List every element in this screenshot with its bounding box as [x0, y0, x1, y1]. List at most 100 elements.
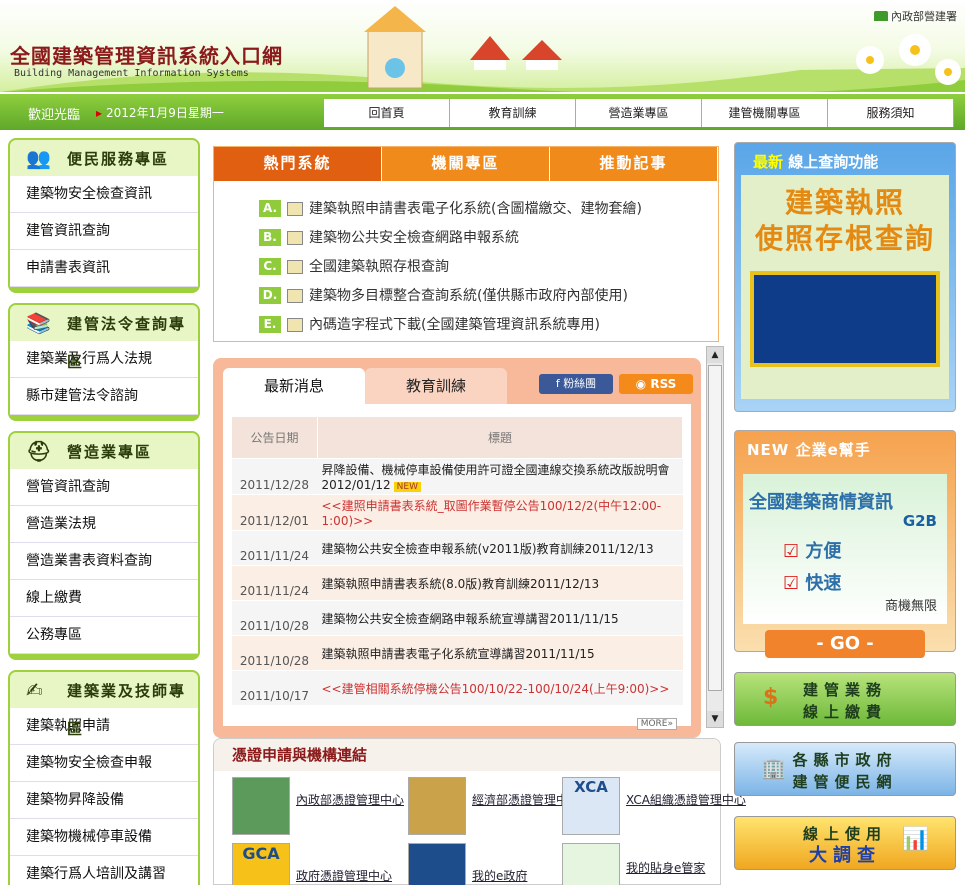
gov-portal-image[interactable]: [408, 843, 466, 885]
gca-image[interactable]: GCA: [232, 843, 290, 885]
sidebar-item[interactable]: 縣市建管法令諮詢: [10, 378, 198, 415]
table-row[interactable]: 2011/10/28 建築執照申請書表電子化系統宣導講習2011/11/15: [231, 635, 683, 671]
hot-system-item[interactable]: E. 內碼造字程式下載(全國建築管理資訊系統專用): [259, 310, 718, 339]
sidebar-item[interactable]: 營造業法規: [10, 506, 198, 543]
sidebar-item[interactable]: 營管資訊查詢: [10, 469, 198, 506]
news-title[interactable]: 建築執照申請書表系統(8.0版)教育訓練2011/12/13: [317, 565, 683, 601]
table-row[interactable]: 2011/10/17 <<建管相關系統停機公告100/10/22-100/10/2…: [231, 670, 683, 706]
system-screenshot-image: [750, 271, 940, 367]
scroll-down-arrow-icon[interactable]: ▼: [707, 711, 723, 727]
news-title[interactable]: <<建照申請書表系統_取圖作業暫停公告100/12/2(中午12:00-1:00…: [317, 494, 683, 531]
sidebar-item[interactable]: 建築物機械停車設備: [10, 819, 198, 856]
sidebar-box-title-text: 便民服務專區: [67, 150, 170, 168]
g2b-slogan: 商機無限: [884, 599, 937, 614]
sidebar-item[interactable]: 公務專區: [10, 617, 198, 654]
rss-icon: ◉: [635, 377, 651, 391]
hot-system-item[interactable]: C. 全國建築執照存根查詢: [259, 252, 718, 281]
people-icon: 👥: [26, 146, 53, 170]
main-content: 熱門系統 機關專區 推動記事 A. 建築執照申請書表電子化系統(含圖檔繳交、建物套…: [213, 146, 719, 738]
news-date: 2011/12/01: [231, 494, 318, 531]
sidebar-box-title: ✍ 建築業及技師專區: [10, 672, 198, 738]
sidebar-item[interactable]: 建築執照申請: [10, 708, 198, 745]
table-row[interactable]: 2011/11/24 建築物公共安全檢查申報系統(v2011版)教育訓練2011/…: [231, 530, 683, 566]
news-tabs: 最新消息 教育訓練 f 粉絲團 ◉ RSS: [223, 368, 693, 404]
g2b-banner[interactable]: NEW 企業e幫手 全國建築商情資訊 G2B ☑ 方便 ☑ 快速 商機無限 - G…: [734, 430, 956, 658]
e-butler-image[interactable]: [562, 843, 620, 885]
news-title[interactable]: 建築執照申請書表電子化系統宣導講習2011/11/15: [317, 635, 683, 671]
survey-line-2: 大調查: [809, 845, 881, 866]
survey-button[interactable]: 線上使用 大調查 📊: [734, 816, 956, 870]
sidebar-item[interactable]: 營造業書表資料查詢: [10, 543, 198, 580]
hot-system-label: 建築物公共安全檢查網路申報系統: [309, 229, 519, 246]
nav-bar: 歡迎光臨 2012年1月9日星期一 回首頁 教育訓練 營造業專區 建管機關專區 …: [0, 92, 965, 130]
online-query-banner[interactable]: 最新 線上查詢功能 建築執照 使照存根查詢: [734, 142, 956, 412]
hot-systems-list: A. 建築執照申請書表電子化系統(含圖檔繳交、建物套繪) B. 建築物公共安全檢查網…: [214, 181, 718, 339]
tab-hot-systems[interactable]: 熱門系統: [214, 147, 382, 181]
news-title[interactable]: 昇降設備、機械停車設備使用許可證全國連線交換系統改版說明會2012/01/12 N…: [317, 458, 683, 495]
scroll-up-arrow-icon[interactable]: ▲: [707, 347, 723, 363]
tab-latest-news[interactable]: 最新消息: [223, 368, 365, 404]
table-row[interactable]: 2011/11/24 建築執照申請書表系統(8.0版)教育訓練2011/12/13: [231, 565, 683, 601]
tab-events[interactable]: 推動記事: [550, 147, 718, 181]
table-row[interactable]: 2011/12/28 昇降設備、機械停車設備使用許可證全國連線交換系統改版說明會2…: [231, 458, 683, 495]
nav-tab-home[interactable]: 回首頁: [324, 99, 450, 127]
nav-tab-training[interactable]: 教育訓練: [450, 99, 576, 127]
news-title[interactable]: 建築物公共安全檢查網路申報系統宣導講習2011/11/15: [317, 600, 683, 636]
sidebar-box-title: 📚 建管法令查詢專區: [10, 305, 198, 371]
hot-system-item[interactable]: B. 建築物公共安全檢查網路申報系統: [259, 223, 718, 252]
sidebar-item[interactable]: 建築物安全檢查資訊: [10, 176, 198, 213]
survey-line-1: 線上使用: [802, 825, 887, 843]
g2b-check-1: 方便: [805, 541, 842, 562]
dollar-icon: $: [763, 685, 785, 710]
nav-tab-construction[interactable]: 營造業專區: [576, 99, 702, 127]
sidebar-item[interactable]: 建築業及行爲人法規: [10, 341, 198, 378]
sidebar-box-public-service: 👥 便民服務專區 建築物安全檢查資訊 建管資訊查詢 申請書表資訊: [8, 138, 200, 293]
rss-label: RSS: [650, 377, 677, 391]
news-panel: 最新消息 教育訓練 f 粉絲團 ◉ RSS 公告日期 標題 2011/12/28…: [213, 358, 701, 738]
news-date: 2011/10/28: [231, 635, 318, 671]
xca-image[interactable]: XCA: [562, 777, 620, 835]
sidebar-item[interactable]: 建築行爲人培訓及講習: [10, 856, 198, 885]
news-title-text: <<建管相關系統停機公告100/10/22-100/10/24(上午9:00)>…: [321, 681, 670, 696]
table-row[interactable]: 2011/10/28 建築物公共安全檢查網路申報系統宣導講習2011/11/15: [231, 600, 683, 636]
moi-card-image[interactable]: [232, 777, 290, 835]
sidebar-item[interactable]: 建管資訊查詢: [10, 213, 198, 250]
county-line-2: 建管便民網: [792, 773, 898, 791]
county-service-button[interactable]: 🏢 各縣市政府 建管便民網: [734, 742, 956, 796]
hot-system-item[interactable]: A. 建築執照申請書表電子化系統(含圖檔繳交、建物套繪): [259, 194, 718, 223]
rss-button[interactable]: ◉ RSS: [619, 374, 693, 394]
nav-tab-service[interactable]: 服務須知: [828, 99, 954, 127]
sidebar-item[interactable]: 線上繳費: [10, 580, 198, 617]
sidebar-item[interactable]: 申請書表資訊: [10, 250, 198, 287]
news-date: 2011/11/24: [231, 530, 318, 566]
nav-tabs: 回首頁 教育訓練 營造業專區 建管機關專區 服務須知: [324, 94, 954, 127]
site-header: 全國建築管理資訊系統入口網 Building Management Inform…: [0, 0, 965, 92]
news-title[interactable]: <<建管相關系統停機公告100/10/22-100/10/24(上午9:00)>…: [317, 670, 683, 706]
news-title-text: <<建照申請書表系統_取圖作業暫停公告100/12/2(中午12:00-1:00…: [321, 499, 662, 528]
hot-system-item[interactable]: D. 建築物多目標整合查詢系統(僅供縣市政府內部使用): [259, 281, 718, 310]
facebook-fans-button[interactable]: f 粉絲團: [539, 374, 613, 394]
item-badge: D.: [259, 287, 281, 304]
sidebar-item[interactable]: 建築物昇降設備: [10, 782, 198, 819]
more-button[interactable]: MORE»: [636, 718, 677, 730]
col-title-header: 標題: [317, 416, 683, 459]
table-row[interactable]: 2011/12/01 <<建照申請書表系統_取圖作業暫停公告100/12/2(中午…: [231, 494, 683, 531]
scroll-thumb[interactable]: [708, 365, 722, 691]
go-button[interactable]: - GO -: [765, 630, 925, 658]
tab-agency-zone[interactable]: 機關專區: [382, 147, 550, 181]
hot-system-label: 全國建築執照存根查詢: [309, 258, 449, 275]
check-icon: ☑: [783, 573, 806, 594]
sidebar-item[interactable]: 建築物安全檢查申報: [10, 745, 198, 782]
g2b-checklist: ☑ 方便 ☑ 快速: [783, 536, 841, 600]
vertical-scrollbar[interactable]: ▲ ▼: [706, 346, 724, 728]
nav-tab-agency[interactable]: 建管機關專區: [702, 99, 828, 127]
hot-systems-panel: 熱門系統 機關專區 推動記事 A. 建築執照申請書表電子化系統(含圖檔繳交、建物套…: [213, 146, 719, 342]
news-title[interactable]: 建築物公共安全檢查申報系統(v2011版)教育訓練2011/12/13: [317, 530, 683, 566]
ministry-link[interactable]: 內政部營建署: [874, 8, 957, 24]
moea-card-image[interactable]: [408, 777, 466, 835]
news-date: 2011/12/28: [231, 458, 318, 495]
g2b-check-2: 快速: [805, 573, 842, 594]
red-roof-houses-icon: [470, 36, 562, 70]
online-payment-button[interactable]: $ 建管業務 線上繳費: [734, 672, 956, 726]
tab-training[interactable]: 教育訓練: [365, 368, 507, 404]
